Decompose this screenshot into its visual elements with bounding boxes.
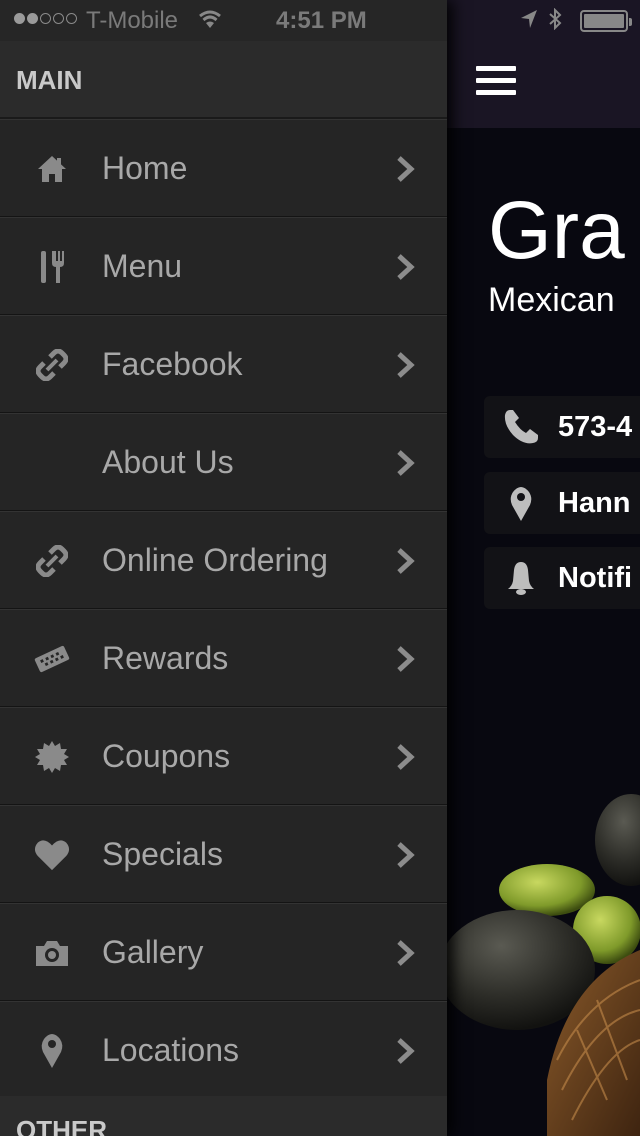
menu-item-label: Locations [102,1032,239,1068]
notifications-button[interactable]: Notifi [484,547,640,609]
menu-item-label: Rewards [102,640,229,676]
menu-item-label: Menu [102,248,183,284]
food-photo [447,794,640,1136]
menu-item-about-us[interactable]: About Us [0,413,447,511]
menu-item-specials[interactable]: Specials [0,805,447,903]
menu-item-gallery[interactable]: Gallery [0,903,447,1001]
main-content-panel: Gra Mexican 573-4 Hann Notifi [447,0,640,1136]
chevron-right-icon [394,1036,418,1066]
chevron-right-icon [394,938,418,968]
camera-icon [34,935,70,971]
carrier-name: T-Mobile [86,7,179,34]
section-header-main: MAIN [0,41,447,119]
badge-icon [34,739,70,775]
heart-icon [34,837,70,873]
map-pin-icon [502,484,540,522]
chevron-right-icon [394,448,418,478]
bell-icon [502,559,540,597]
chevron-right-icon [394,546,418,576]
home-icon [34,151,70,187]
location-arrow-icon [520,8,538,36]
menu-item-online-ordering[interactable]: Online Ordering [0,511,447,609]
ticket-icon [34,641,70,677]
battery-icon [580,10,632,32]
menu-item-label: Home [102,150,188,186]
chevron-right-icon [394,350,418,380]
drawer-menu: Home Menu Facebook About Us Online Order… [0,119,447,1099]
menu-item-label: Online Ordering [102,542,328,578]
hamburger-menu-icon[interactable] [476,66,516,96]
menu-item-rewards[interactable]: Rewards [0,609,447,707]
menu-item-locations[interactable]: Locations [0,1001,447,1099]
menu-item-label: Coupons [102,738,231,774]
link-icon [34,543,70,579]
menu-item-coupons[interactable]: Coupons [0,707,447,805]
menu-item-menu[interactable]: Menu [0,217,447,315]
menu-item-label: Specials [102,836,223,872]
clock-time: 4:51 PM [276,7,367,34]
menu-item-label: Facebook [102,346,243,382]
chevron-right-icon [394,742,418,772]
location-name: Hann [558,487,631,519]
signal-strength-icon [14,13,77,24]
location-button[interactable]: Hann [484,472,640,534]
bluetooth-icon [548,7,562,37]
status-bar: T-Mobile 4:51 PM [0,0,640,40]
menu-item-facebook[interactable]: Facebook [0,315,447,413]
chevron-right-icon [394,252,418,282]
phone-icon [502,408,540,446]
section-header-other: OTHER [0,1096,447,1136]
chevron-right-icon [394,840,418,870]
side-drawer: MAIN Home Menu Facebook About Us Online … [0,0,447,1136]
menu-item-label: Gallery [102,934,204,970]
restaurant-subtitle: Mexican [488,281,615,319]
chevron-right-icon [394,154,418,184]
link-icon [34,347,70,383]
map-pin-icon [34,1033,70,1069]
menu-item-label: About Us [102,444,234,480]
notifications-label: Notifi [558,562,633,594]
fork-knife-icon [34,249,70,285]
phone-button[interactable]: 573-4 [484,396,640,458]
phone-number: 573-4 [558,411,633,443]
restaurant-name: Gra [488,185,625,276]
chevron-right-icon [394,644,418,674]
menu-item-home[interactable]: Home [0,119,447,217]
wifi-icon [197,8,223,37]
